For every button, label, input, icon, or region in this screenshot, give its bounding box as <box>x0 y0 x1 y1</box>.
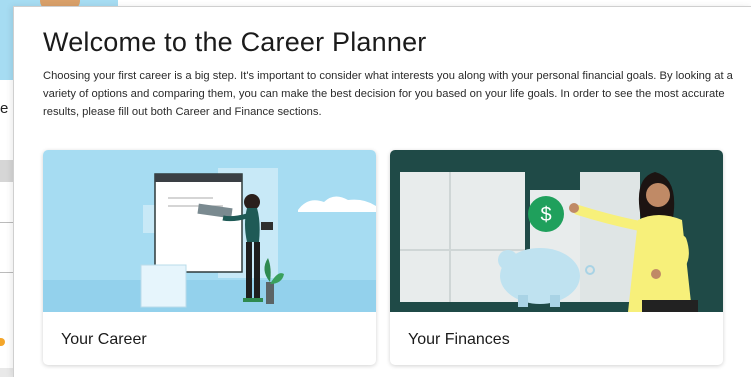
finance-illustration: $ <box>390 150 723 312</box>
your-career-card[interactable]: Your Career <box>43 150 376 365</box>
background-input-fragment <box>0 160 13 182</box>
dollar-coin-icon: $ <box>540 204 551 226</box>
welcome-modal: Welcome to the Career Planner Choosing y… <box>13 6 751 377</box>
your-finances-card[interactable]: $ Your Finances <box>390 150 723 365</box>
modal-title: Welcome to the Career Planner <box>43 27 427 57</box>
background-badge-fragment <box>0 338 5 346</box>
background-partial-text: e <box>0 100 9 117</box>
background-divider <box>0 222 13 223</box>
career-illustration <box>43 150 376 312</box>
background-divider <box>0 272 13 273</box>
your-career-label: Your Career <box>61 331 147 348</box>
modal-intro-text: Choosing your first career is a big step… <box>43 70 733 118</box>
your-finances-label: Your Finances <box>408 331 510 348</box>
